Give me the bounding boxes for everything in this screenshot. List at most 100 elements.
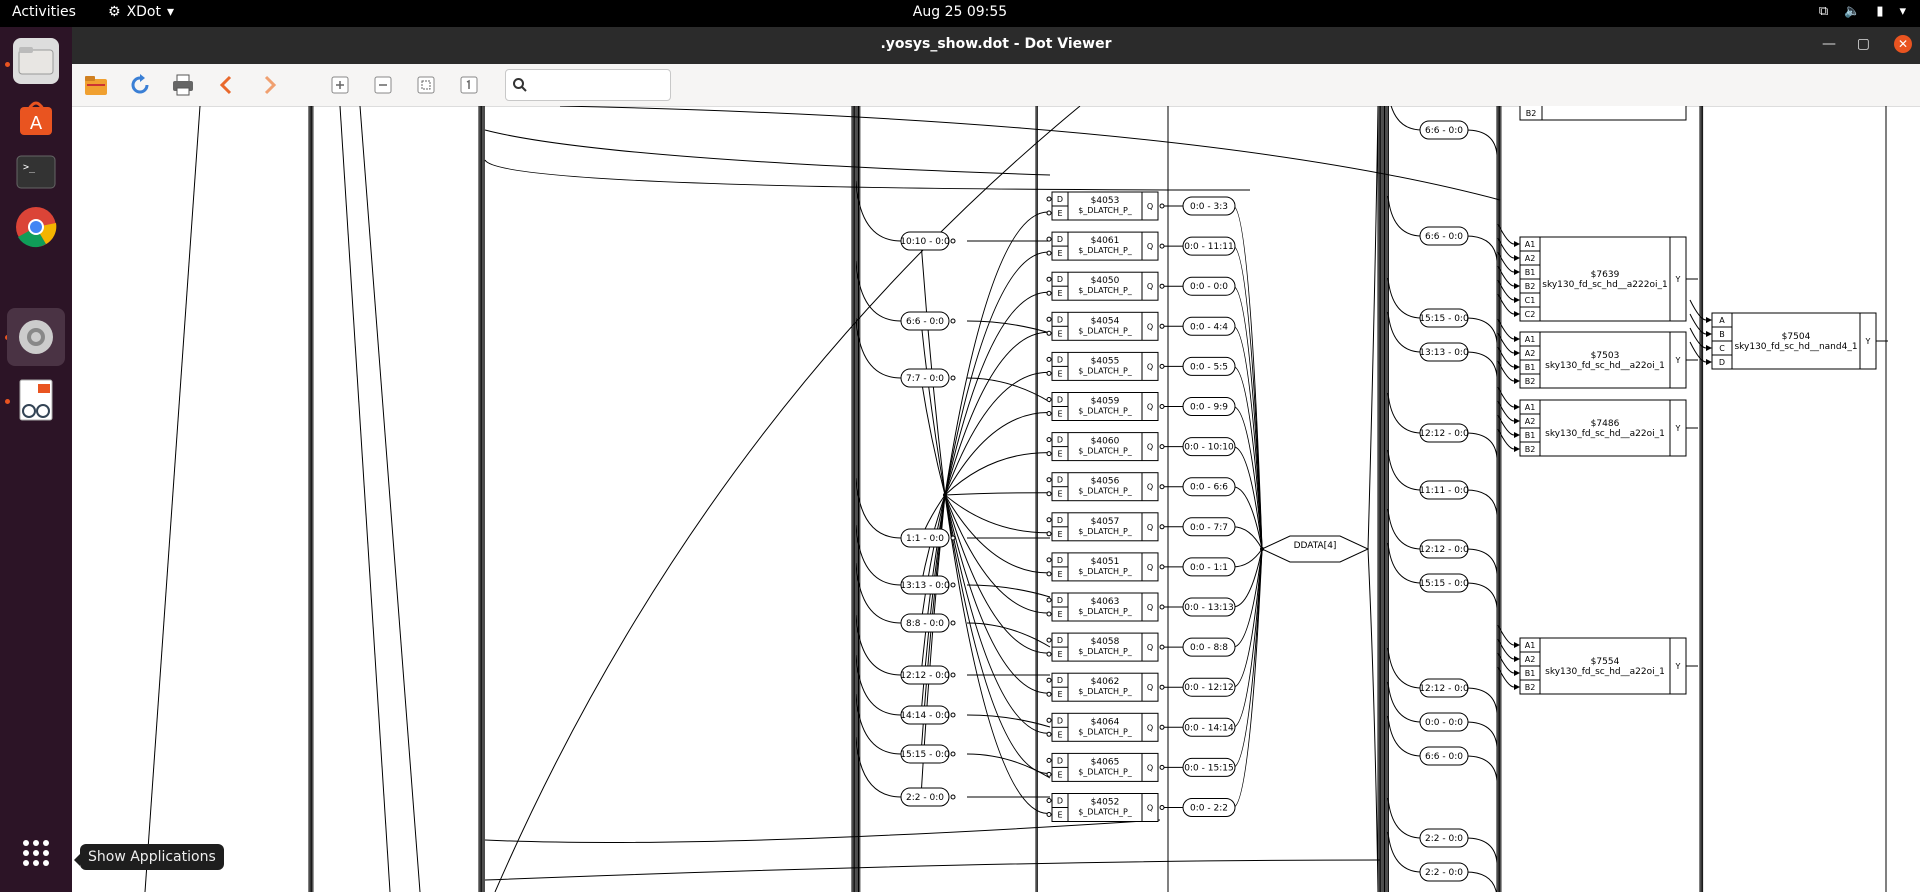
port-dot[interactable] [1046,411,1052,416]
junction-point[interactable] [1260,547,1264,551]
pin-arrow[interactable] [1514,297,1520,303]
pin-arrow[interactable] [1706,345,1712,351]
port-dot[interactable] [1159,363,1165,369]
port-dot[interactable] [1046,290,1052,296]
pin-arrow[interactable] [1514,684,1520,690]
reload-icon[interactable] [127,72,153,98]
pin-arrow[interactable] [1706,317,1712,323]
port-dot[interactable] [1046,691,1052,697]
port-dot[interactable] [1046,437,1052,443]
port-dot[interactable] [1046,798,1052,803]
port-dot[interactable] [1159,404,1165,409]
std-cell[interactable]: A1 A2 B1 B2 $7503sky130_fd_sc_hd__a22oi_1 Y [1514,331,1687,389]
port-dot[interactable] [1046,531,1052,537]
dlatch-cell[interactable]: DE Q $4052$_DLATCH_P_ [1046,793,1165,822]
zoom-in-icon[interactable] [327,72,353,98]
dlatch-cell[interactable]: DE Q $4064$_DLATCH_P_ [1046,712,1165,742]
port-dot[interactable] [950,582,956,588]
dlatch-cell[interactable]: DE Q $4053$_DLATCH_P_ [1046,191,1165,221]
port-dot[interactable] [1046,451,1052,457]
port-dot[interactable] [1046,557,1052,563]
search-field[interactable] [505,69,671,101]
port-dot[interactable] [950,672,956,678]
dlatch-cell[interactable]: DE Q $4062$_DLATCH_P_ [1046,672,1165,702]
cell-box[interactable] [1519,106,1687,121]
dlatch-cell[interactable]: DE Q $4059$_DLATCH_P_ [1046,392,1165,421]
pin-arrow[interactable] [1514,418,1520,424]
open-file-icon[interactable] [83,72,109,98]
pin-arrow[interactable] [1514,336,1520,342]
port-dot[interactable] [1046,236,1052,242]
dlatch-cell[interactable]: DE Q $4057$_DLATCH_P_ [1046,512,1165,542]
chevron-down-icon[interactable]: ▾ [1899,4,1906,19]
port-dot[interactable] [1159,564,1165,570]
pin-arrow[interactable] [1706,331,1712,337]
pin-arrow[interactable] [1514,642,1520,648]
pin-arrow[interactable] [1514,378,1520,384]
port-dot[interactable] [1046,491,1052,497]
port-dot[interactable] [1046,276,1052,282]
minimize-icon[interactable]: — [1822,36,1836,52]
close-icon[interactable]: ✕ [1894,35,1912,53]
std-cell[interactable]: A1 A2 B1 B2 $7486sky130_fd_sc_hd__a22oi_1 Y [1514,399,1687,457]
settings-icon[interactable] [7,308,65,366]
std-cell[interactable]: A1 A2 B1 B2 C1 C2 $7639sky130_fd_sc_hd__a222oi… [1514,236,1687,322]
pin-arrow[interactable] [1514,446,1520,452]
pin-arrow[interactable] [1514,311,1520,317]
forward-icon[interactable] [257,72,283,98]
port-dot[interactable] [1159,444,1165,450]
pin-arrow[interactable] [1514,404,1520,410]
port-dot[interactable] [1159,283,1165,289]
dlatch-cell[interactable]: DE Q $4065$_DLATCH_P_ [1046,752,1165,782]
port-dot[interactable] [1046,210,1052,216]
files-icon[interactable] [13,38,59,84]
port-dot[interactable] [1046,517,1052,523]
port-dot[interactable] [1046,757,1052,763]
port-dot[interactable] [1159,484,1165,490]
port-dot[interactable] [1046,611,1052,617]
std-cell[interactable]: ABCD $7504sky130_fd_sc_hd__nand4_1 Y [1706,312,1877,370]
print-icon[interactable] [170,72,196,98]
port-dot[interactable] [1046,571,1052,577]
port-dot[interactable] [1046,316,1052,322]
system-tray[interactable]: ⧉ 🔈 ▮ ▾ [1819,4,1906,19]
port-dot[interactable] [1046,717,1052,723]
terminal-icon[interactable]: >_ [13,149,59,195]
port-dot[interactable] [1046,597,1052,603]
dlatch-cell[interactable]: DE Q $4060$_DLATCH_P_ [1046,432,1165,462]
zoom-100-icon[interactable] [456,72,482,98]
volume-icon[interactable]: 🔈 [1844,4,1860,19]
port-dot[interactable] [1046,771,1052,777]
dlatch-cell[interactable]: DE Q $4061$_DLATCH_P_ [1046,231,1165,261]
dlatch-cell[interactable]: DE Q $4055$_DLATCH_P_ [1046,351,1165,381]
port-dot[interactable] [1159,243,1165,249]
pin-arrow[interactable] [1514,350,1520,356]
port-dot[interactable] [1159,604,1165,610]
graph-canvas[interactable]: 10:10 - 0:0 6:6 - 0:0 7:7 - 0:0 1:1 - 0:0 13… [72,106,1920,892]
port-dot[interactable] [1046,477,1052,483]
port-dot[interactable] [950,712,956,718]
ubuntu-software-icon[interactable]: A [13,94,59,140]
port-dot[interactable] [1159,644,1165,650]
port-dot[interactable] [950,238,956,244]
port-dot[interactable] [1159,203,1165,209]
port-dot[interactable] [950,375,956,381]
port-dot[interactable] [1159,724,1165,730]
pin-arrow[interactable] [1514,670,1520,676]
zoom-out-icon[interactable] [370,72,396,98]
port-dot[interactable] [1046,196,1052,202]
pin-arrow[interactable] [1514,432,1520,438]
battery-icon[interactable]: ▮ [1876,4,1883,19]
pin-arrow[interactable] [1514,656,1520,662]
network-icon[interactable]: ⧉ [1819,4,1828,19]
pin-arrow[interactable] [1514,283,1520,289]
port-dot[interactable] [950,751,956,757]
pin-arrow[interactable] [1514,269,1520,275]
dlatch-cell[interactable]: DE Q $4056$_DLATCH_P_ [1046,472,1165,502]
port-dot[interactable] [1046,637,1052,643]
port-dot[interactable] [950,620,956,626]
port-dot[interactable] [1046,812,1052,817]
port-dot[interactable] [1046,356,1052,362]
port-dot[interactable] [1046,397,1052,402]
port-dot[interactable] [1159,805,1165,810]
